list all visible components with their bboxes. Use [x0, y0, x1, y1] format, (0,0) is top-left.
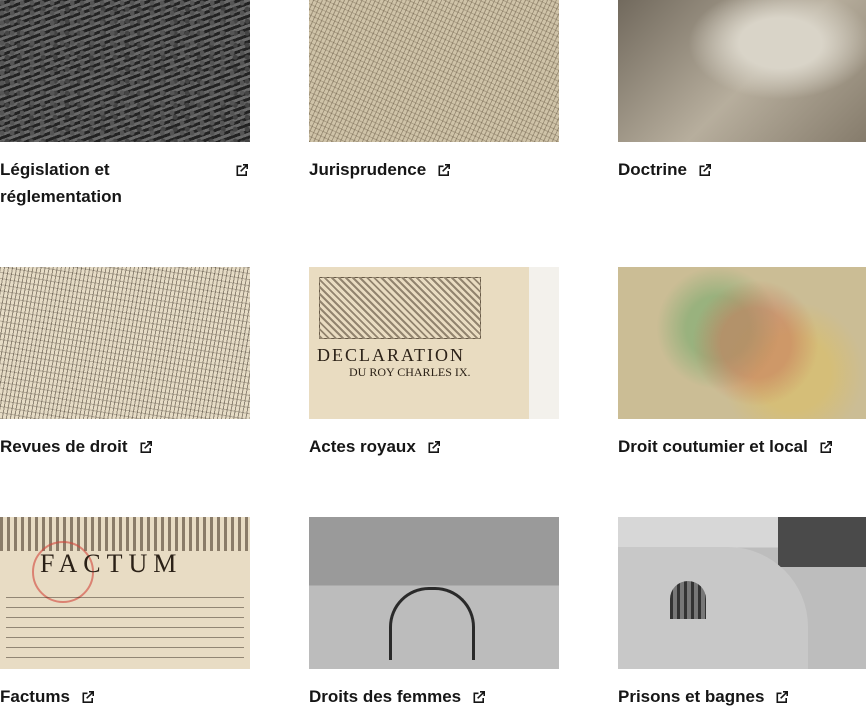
card-droit-coutumier[interactable]: Droit coutumier et local: [618, 267, 866, 460]
card-title[interactable]: Actes royaux: [309, 433, 416, 460]
card-image[interactable]: [309, 0, 559, 142]
card-revues[interactable]: Revues de droit: [0, 267, 250, 460]
card-image[interactable]: [618, 517, 866, 669]
external-link-icon: [699, 164, 711, 176]
card-jurisprudence[interactable]: Jurisprudence: [309, 0, 559, 183]
wall: [618, 547, 808, 669]
card-title[interactable]: Prisons et bagnes: [618, 683, 764, 710]
card-droits-femmes[interactable]: Droits des femmes: [309, 517, 559, 710]
external-link-icon: [140, 441, 152, 453]
declaration-sub: DU ROY CHARLES IX.: [349, 365, 471, 379]
external-link-icon: [236, 164, 248, 176]
card-image[interactable]: DECLARATION DU ROY CHARLES IX.: [309, 267, 559, 419]
card-actes-royaux[interactable]: DECLARATION DU ROY CHARLES IX. Actes roy…: [309, 267, 559, 460]
bicycle: [389, 587, 475, 660]
text-lines: [6, 597, 244, 663]
card-title[interactable]: Droit coutumier et local: [618, 433, 808, 460]
declaration-word: DECLARATION: [317, 345, 465, 365]
card-image[interactable]: [618, 0, 866, 142]
external-link-icon: [82, 691, 94, 703]
card-title[interactable]: Revues de droit: [0, 433, 128, 460]
card-prisons[interactable]: Prisons et bagnes: [618, 517, 866, 710]
card-title[interactable]: Droits des femmes: [309, 683, 461, 710]
external-link-icon: [473, 691, 486, 703]
collection-grid: Législation et réglementation Jurisprude…: [0, 0, 866, 706]
ornament: [319, 277, 481, 339]
card-title[interactable]: Doctrine: [618, 156, 687, 183]
ornament: [0, 517, 250, 551]
card-image[interactable]: [309, 517, 559, 669]
card-image[interactable]: [0, 267, 250, 419]
card-image[interactable]: [0, 0, 250, 142]
external-link-icon: [438, 164, 451, 176]
card-title[interactable]: Factums: [0, 683, 70, 710]
barred-window: [670, 581, 706, 619]
card-doctrine[interactable]: Doctrine: [618, 0, 866, 183]
external-link-icon: [428, 441, 440, 453]
external-link-icon: [820, 441, 832, 453]
external-link-icon: [776, 691, 789, 703]
card-title[interactable]: Jurisprudence: [309, 156, 426, 183]
card-image[interactable]: [618, 267, 866, 419]
factum-word: FACTUM: [40, 549, 183, 578]
card-title[interactable]: Législation et réglementation: [0, 156, 200, 210]
card-image[interactable]: FACTUM: [0, 517, 250, 669]
roof: [778, 517, 866, 567]
card-legislation[interactable]: Législation et réglementation: [0, 0, 250, 210]
card-factums[interactable]: FACTUM Factums: [0, 517, 250, 710]
